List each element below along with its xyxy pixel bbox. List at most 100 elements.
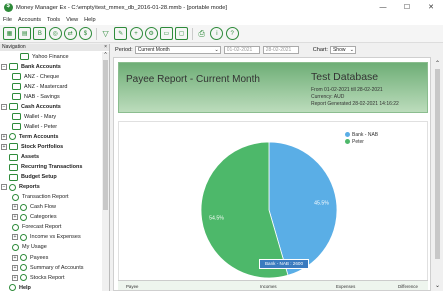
navigator-title: Navigation — [2, 44, 26, 50]
chart-select[interactable]: Show ⌄ — [329, 46, 356, 54]
nav-item-bank-accounts[interactable]: − Bank Accounts — [1, 62, 61, 71]
navigator-close-button[interactable]: × — [104, 44, 107, 51]
nav-item-stock-portfolios[interactable]: + Stock Portfolios — [1, 142, 63, 151]
nav-item-summary-of-accounts[interactable]: + Summary of Accounts — [12, 263, 84, 272]
edit-icon[interactable]: ✎ — [114, 27, 128, 40]
nav-item-yahoo-finance[interactable]: Yahoo Finance — [20, 52, 69, 61]
collapse-icon[interactable]: − — [1, 184, 7, 191]
nav-item-stocks-report[interactable]: + Stocks Report — [12, 273, 65, 282]
nav-item-transaction-report[interactable]: Transaction Report — [12, 193, 69, 202]
expand-icon[interactable]: + — [12, 274, 18, 281]
nav-item-label: Reports — [19, 184, 40, 191]
expand-icon[interactable]: + — [1, 133, 7, 140]
scroll-up-icon[interactable]: ⌃ — [432, 60, 443, 67]
filter-icon[interactable]: ▽ — [99, 27, 112, 40]
report-currency: Currency: AUD — [311, 94, 345, 100]
currency-icon[interactable]: $ — [78, 27, 92, 40]
comment-icon[interactable]: ▢ — [175, 27, 189, 40]
nav-item-recurring-transactions[interactable]: Recurring Transactions — [1, 163, 82, 172]
minimize-button[interactable]: — — [371, 0, 395, 15]
nav-item-anz-cheque[interactable]: ANZ - Cheque — [12, 72, 59, 81]
nav-item-wallet-peter[interactable]: Wallet - Peter — [12, 122, 57, 131]
period-select[interactable]: Current Month ⌄ — [134, 46, 221, 54]
column-header-payee[interactable]: Payee — [126, 284, 138, 289]
expand-icon[interactable]: + — [12, 264, 18, 271]
nav-item-label: Help — [19, 284, 31, 291]
chart-select-value: Show — [332, 47, 346, 53]
menu-view[interactable]: View — [66, 17, 78, 23]
maximize-button[interactable]: ☐ — [395, 0, 419, 15]
expand-icon[interactable]: + — [1, 143, 7, 150]
tree-node-icon — [20, 264, 27, 272]
tree-node-icon — [12, 223, 19, 231]
add-icon[interactable]: + — [129, 27, 143, 40]
collapse-icon[interactable]: − — [1, 103, 7, 110]
new-account-icon[interactable]: B — [33, 27, 47, 40]
scroll-down-icon[interactable]: ⌄ — [432, 282, 443, 289]
scroll-up-icon[interactable]: ^ — [102, 52, 109, 58]
tree-node-icon — [9, 173, 18, 181]
menu-accounts[interactable]: Accounts — [18, 17, 41, 23]
nav-item-label: Categories — [30, 214, 57, 221]
nav-item-budget-setup[interactable]: Budget Setup — [1, 173, 57, 182]
navigator-scrollbar[interactable]: ^ — [102, 52, 109, 291]
tree-node-icon — [9, 153, 18, 161]
account-list-icon[interactable]: ◎ — [48, 27, 62, 40]
column-header-incomes[interactable]: Incomes — [260, 284, 277, 289]
expand-icon[interactable]: + — [12, 234, 18, 241]
nav-item-forecast-report[interactable]: Forecast Report — [12, 223, 61, 232]
title-bar: Money Manager Ex - C:\empty\test_mmex_db… — [0, 0, 443, 15]
settings-icon[interactable]: ⚙ — [144, 27, 158, 40]
nav-item-label: ANZ - Mastercard — [24, 83, 68, 90]
nav-item-label: Income vs Expenses — [30, 234, 81, 241]
scrollbar-thumb[interactable] — [435, 69, 440, 259]
nav-item-payees[interactable]: + Payees — [12, 253, 48, 262]
chevron-down-icon: ⌄ — [349, 47, 354, 53]
nav-item-my-usage[interactable]: My Usage — [12, 243, 47, 252]
close-button[interactable]: ✕ — [419, 0, 443, 15]
nav-item-assets[interactable]: Assets — [1, 153, 39, 162]
date-to-value: 28-02-2021 — [265, 47, 292, 53]
nav-item-categories[interactable]: + Categories — [12, 213, 57, 222]
help-icon[interactable]: ? — [225, 27, 239, 40]
nav-item-wallet-mary[interactable]: Wallet - Mary — [12, 112, 56, 121]
legend-item[interactable]: Bank - NAB — [345, 131, 378, 138]
expand-icon[interactable]: + — [12, 214, 18, 221]
date-from-field[interactable]: 01-02-2021 — [223, 46, 260, 54]
nav-item-term-accounts[interactable]: + Term Accounts — [1, 132, 58, 141]
pie-slice-label: 45.5% — [314, 201, 329, 207]
scrollbar-thumb[interactable] — [103, 60, 108, 210]
menu-file[interactable]: File — [3, 17, 12, 23]
nav-item-cash-flow[interactable]: + Cash Flow — [12, 203, 56, 212]
expand-icon[interactable]: + — [12, 204, 18, 211]
nav-item-label: Term Accounts — [19, 133, 59, 140]
collapse-icon[interactable]: − — [1, 63, 7, 70]
nav-item-label: ANZ - Cheque — [24, 73, 60, 80]
date-to-field[interactable]: 28-02-2021 — [262, 46, 299, 54]
tree-node-icon — [9, 103, 18, 111]
nav-item-anz-mastercard[interactable]: ANZ - Mastercard — [12, 82, 67, 91]
transaction-report-icon[interactable]: ⇄ — [63, 27, 77, 40]
print-icon[interactable]: ▭ — [159, 27, 173, 40]
nav-item-reports[interactable]: − Reports — [1, 183, 40, 192]
printer-icon[interactable]: ⎙ — [195, 27, 208, 40]
new-database-icon[interactable]: ▦ — [3, 27, 16, 40]
menu-tools[interactable]: Tools — [47, 17, 60, 23]
open-database-icon[interactable]: ▤ — [18, 27, 32, 40]
column-header-expenses[interactable]: Expenses — [336, 284, 355, 289]
nav-item-help[interactable]: Help — [1, 283, 31, 291]
expand-icon[interactable]: + — [12, 254, 18, 261]
report-scrollbar[interactable]: ⌃ ⌄ — [432, 57, 443, 291]
column-header-difference[interactable]: Difference — [398, 284, 418, 289]
nav-item-income-vs-expenses[interactable]: + Income vs Expenses — [12, 233, 81, 242]
nav-item-label: Forecast Report — [22, 224, 62, 231]
report-header: Payee Report - Current Month Test Databa… — [118, 62, 428, 113]
legend-item[interactable]: Peter — [345, 138, 378, 145]
nav-item-cash-accounts[interactable]: − Cash Accounts — [1, 102, 61, 111]
tree-node-icon — [12, 193, 19, 201]
menu-help[interactable]: Help — [84, 17, 96, 23]
nav-item-label: Recurring Transactions — [21, 164, 83, 171]
tree-node-icon — [12, 83, 21, 91]
nav-item-nab-savings[interactable]: NAB - Savings — [12, 92, 60, 101]
about-icon[interactable]: i — [210, 27, 224, 40]
